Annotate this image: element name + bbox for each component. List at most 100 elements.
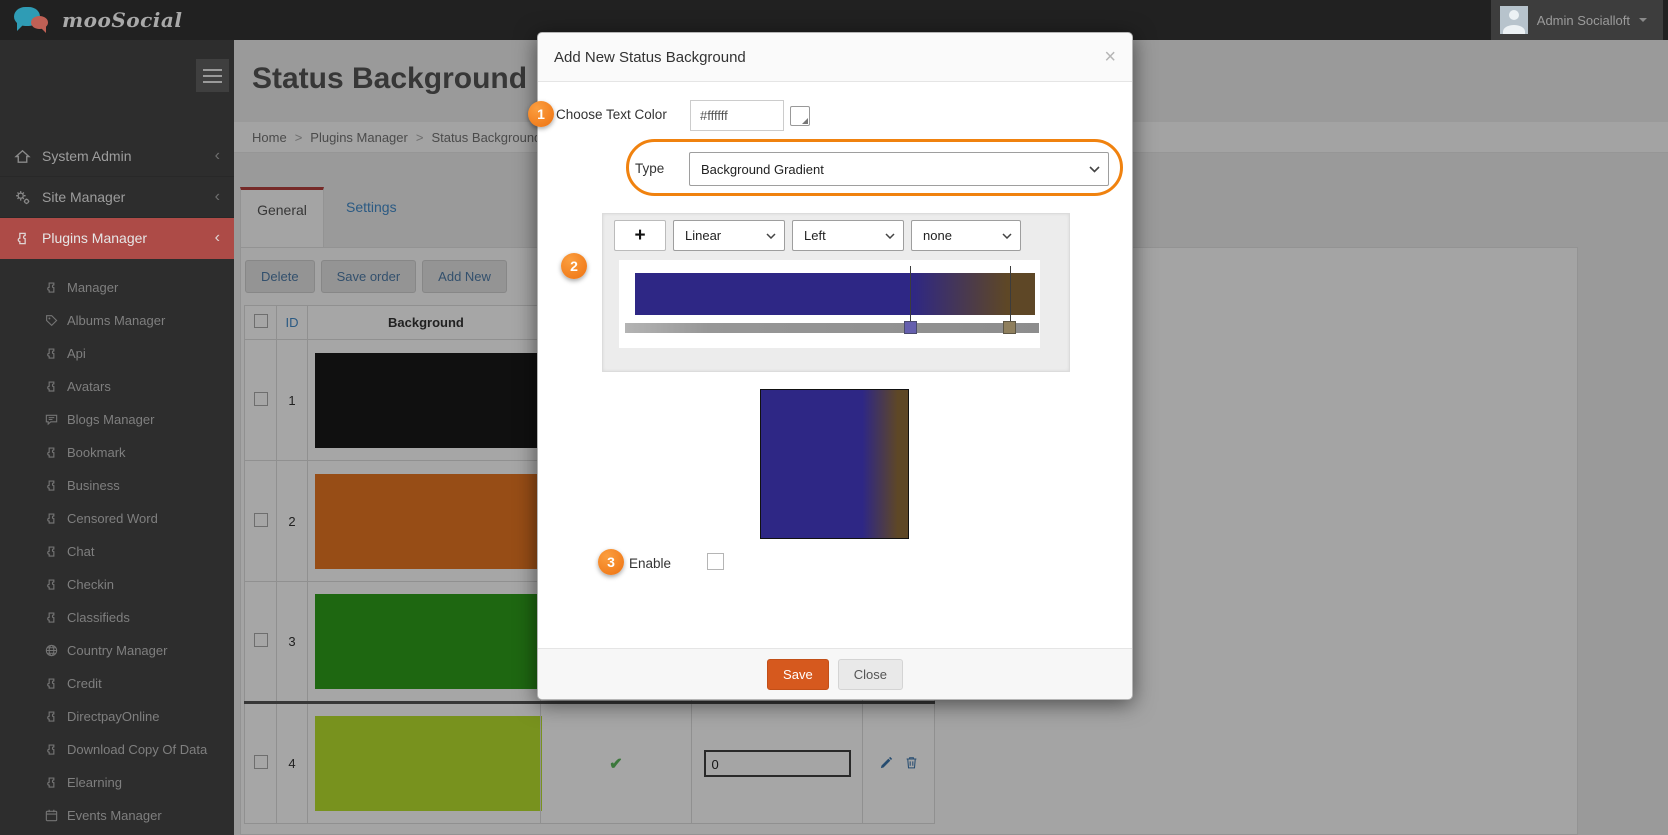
- sidebar-subitem-label: Classifieds: [67, 610, 130, 625]
- sidebar-subitem-chat[interactable]: Chat: [0, 535, 234, 568]
- step-badge-1: 1: [528, 101, 554, 127]
- globe-icon: [44, 643, 59, 658]
- sidebar-subitem-download-copy-of-data[interactable]: Download Copy Of Data: [0, 733, 234, 766]
- add-stop-button[interactable]: +: [614, 220, 666, 251]
- select-value: Left: [804, 228, 826, 243]
- chevron-down-icon: [1089, 165, 1100, 173]
- sidebar-subitem-avatars[interactable]: Avatars: [0, 370, 234, 403]
- modal-body: Choose Text Color Type Background Gradie…: [528, 82, 1132, 649]
- sidebar-item-site-manager[interactable]: Site Manager ‹: [0, 177, 234, 218]
- sidebar-item-label: Site Manager: [42, 189, 126, 205]
- sidebar-subitem-checkin[interactable]: Checkin: [0, 568, 234, 601]
- sidebar-subitem-label: Api: [67, 346, 86, 361]
- sidebar: System Admin ‹ Site Manager ‹ Plugins Manage…: [0, 40, 234, 835]
- puzzle-icon: [44, 346, 59, 361]
- puzzle-icon: [44, 544, 59, 559]
- enable-checkbox[interactable]: [707, 553, 724, 570]
- step-badge-2: 2: [561, 253, 587, 279]
- gradient-slider-track[interactable]: [625, 323, 1039, 333]
- user-name: Admin Socialloft: [1536, 12, 1630, 28]
- sidebar-subitem-label: Avatars: [67, 379, 111, 394]
- type-select-value: Background Gradient: [701, 161, 824, 177]
- gradient-editor: + Linear Left none: [602, 213, 1070, 372]
- tag-icon: [44, 313, 59, 328]
- sidebar-subitem-censored-word[interactable]: Censored Word: [0, 502, 234, 535]
- select-value: Linear: [685, 228, 722, 243]
- sidebar-item-system-admin[interactable]: System Admin ‹: [0, 136, 234, 177]
- sidebar-subitem-bookmark[interactable]: Bookmark: [0, 436, 234, 469]
- select-value: none: [923, 228, 952, 243]
- user-avatar: [1499, 6, 1528, 34]
- brand-name: mooSocial: [62, 7, 183, 32]
- puzzle-icon: [44, 280, 59, 295]
- close-button[interactable]: Close: [837, 658, 903, 690]
- chevron-down-icon: [1002, 232, 1012, 239]
- puzzle-icon: [44, 511, 59, 526]
- sidebar-subitem-label: Elearning: [67, 775, 122, 790]
- speech-bubbles-icon: [14, 6, 52, 33]
- sidebar-item-label: Plugins Manager: [42, 230, 148, 246]
- puzzle-icon: [44, 742, 59, 757]
- sidebar-subitem-directpayonline[interactable]: DirectpayOnline: [0, 700, 234, 733]
- sidebar-subitem-manager[interactable]: Manager: [0, 271, 234, 304]
- sidebar-subitem-label: Chat: [67, 544, 95, 559]
- sidebar-subitem-label: Checkin: [67, 577, 114, 592]
- gradient-stop-handle-2[interactable]: [1003, 321, 1016, 334]
- sidebar-subitem-elearning[interactable]: Elearning: [0, 766, 234, 799]
- stop-connector-line: [910, 266, 911, 326]
- sidebar-item-plugins-manager[interactable]: Plugins Manager ‹: [0, 218, 234, 259]
- puzzle-icon: [44, 709, 59, 724]
- puzzle-icon: [44, 775, 59, 790]
- chevron-left-icon: ‹: [214, 229, 220, 246]
- sidebar-subitem-events-manager[interactable]: Events Manager: [0, 799, 234, 832]
- brand-logo[interactable]: mooSocial: [14, 6, 182, 33]
- close-icon[interactable]: ×: [1104, 47, 1116, 67]
- chevron-left-icon: ‹: [214, 147, 220, 164]
- puzzle-icon: [44, 478, 59, 493]
- save-button[interactable]: Save: [767, 658, 829, 690]
- sidebar-subitem-blogs-manager[interactable]: Blogs Manager: [0, 403, 234, 436]
- modal-title: Add New Status Background: [554, 48, 746, 66]
- sidebar-nav: System Admin ‹ Site Manager ‹ Plugins Manage…: [0, 136, 234, 832]
- gradient-select-left[interactable]: Left: [792, 220, 904, 251]
- sidebar-subitem-classifieds[interactable]: Classifieds: [0, 601, 234, 634]
- gradient-strip-area: [619, 260, 1040, 348]
- gradient-select-linear[interactable]: Linear: [673, 220, 785, 251]
- chevron-down-icon: [766, 232, 776, 239]
- sidebar-subitem-label: Albums Manager: [67, 313, 166, 328]
- color-picker-button[interactable]: [790, 106, 810, 126]
- type-label: Type: [635, 161, 665, 176]
- sidebar-subitem-albums-manager[interactable]: Albums Manager: [0, 304, 234, 337]
- text-color-input[interactable]: [690, 100, 784, 131]
- gears-icon: [14, 189, 31, 206]
- sidebar-subitem-label: Business: [67, 478, 120, 493]
- sidebar-subitem-credit[interactable]: Credit: [0, 667, 234, 700]
- sidebar-subitem-api[interactable]: Api: [0, 337, 234, 370]
- gradient-preview-bar: [635, 273, 1035, 315]
- sidebar-subitem-country-manager[interactable]: Country Manager: [0, 634, 234, 667]
- enable-label: Enable: [629, 556, 672, 571]
- puzzle-icon: [44, 577, 59, 592]
- puzzle-icon: [44, 379, 59, 394]
- sidebar-subitem-label: Manager: [67, 280, 119, 295]
- type-select[interactable]: Background Gradient: [689, 152, 1109, 186]
- puzzle-icon: [14, 230, 31, 247]
- sidebar-subitem-label: DirectpayOnline: [67, 709, 160, 724]
- sidebar-item-label: System Admin: [42, 148, 132, 164]
- text-color-label: Choose Text Color: [556, 107, 667, 122]
- modal-header: Add New Status Background ×: [538, 33, 1132, 82]
- calendar-icon: [44, 808, 59, 823]
- gradient-select-none[interactable]: none: [911, 220, 1021, 251]
- add-status-background-modal: Add New Status Background × Choose Text …: [528, 32, 1133, 700]
- stop-connector-line: [1010, 266, 1011, 326]
- sidebar-subitem-label: Blogs Manager: [67, 412, 155, 427]
- sidebar-subitem-label: Bookmark: [67, 445, 126, 460]
- menu-toggle-button[interactable]: [196, 59, 229, 92]
- sidebar-subitem-label: Download Copy Of Data: [67, 742, 208, 757]
- sidebar-subitem-business[interactable]: Business: [0, 469, 234, 502]
- gradient-stop-handle-1[interactable]: [904, 321, 917, 334]
- sidebar-subitem-label: Events Manager: [67, 808, 162, 823]
- puzzle-icon: [44, 610, 59, 625]
- user-menu[interactable]: Admin Socialloft: [1490, 0, 1663, 40]
- chevron-left-icon: ‹: [214, 188, 220, 205]
